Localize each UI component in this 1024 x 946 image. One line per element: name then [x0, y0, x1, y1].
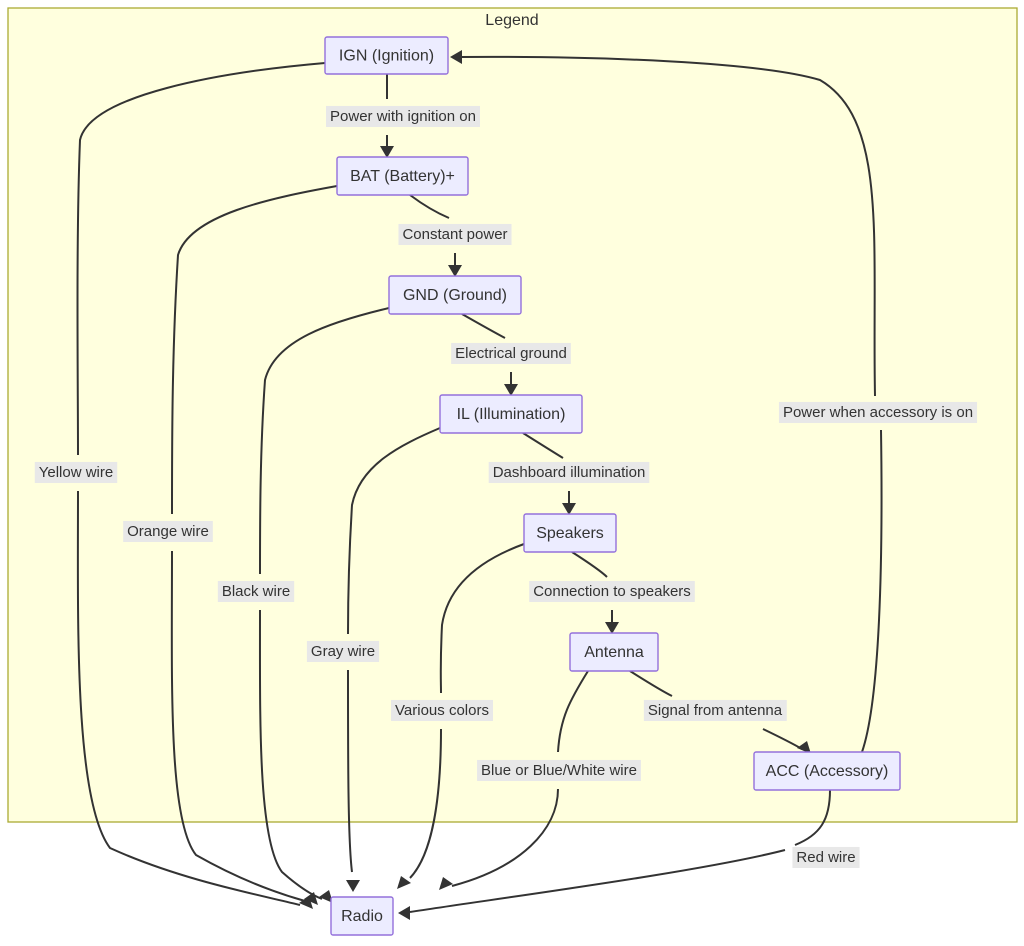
node-label: BAT (Battery)+: [350, 168, 455, 185]
edge-label-il-radio: Gray wire: [306, 640, 380, 662]
node-gnd[interactable]: GND (Ground): [388, 275, 522, 315]
node-acc[interactable]: ACC (Accessory): [753, 751, 901, 791]
edge-arrowhead: [398, 906, 410, 920]
edge-label-antenna-radio: Blue or Blue/White wire: [477, 759, 641, 781]
edge-label-speakers-radio: Various colors: [391, 699, 493, 721]
wiring-legend-diagram: Legend IGN (Ignition) BAT (Battery)+ GND (…: [0, 0, 1024, 946]
edge-label-bat-radio: Orange wire: [123, 520, 213, 542]
node-label: Radio: [341, 908, 383, 925]
flowchart-canvas: Legend IGN (Ignition) BAT (Battery)+ GND (…: [7, 7, 1018, 936]
edge-label-gnd-il: Electrical ground: [451, 342, 571, 364]
node-il[interactable]: IL (Illumination): [439, 394, 583, 434]
edge-label-text: Connection to speakers: [533, 583, 691, 600]
node-label: GND (Ground): [403, 287, 507, 304]
edge-label-text: Various colors: [395, 702, 489, 719]
node-bat[interactable]: BAT (Battery)+: [336, 156, 469, 196]
edge-label-text: Signal from antenna: [648, 702, 783, 719]
edge-label-bat-gnd: Constant power: [398, 223, 512, 245]
edge-arrowhead: [397, 876, 411, 889]
edge-label-text: Gray wire: [311, 643, 375, 660]
legend-title: Legend: [485, 12, 538, 29]
node-ign[interactable]: IGN (Ignition): [324, 36, 449, 75]
edge-label-text: Electrical ground: [455, 345, 567, 362]
edge-arrowhead: [439, 877, 453, 890]
node-label: Antenna: [584, 644, 644, 661]
node-speakers[interactable]: Speakers: [523, 513, 617, 553]
node-radio[interactable]: Radio: [330, 896, 394, 936]
edge-label-text: Red wire: [796, 849, 855, 866]
node-antenna[interactable]: Antenna: [569, 632, 659, 672]
edge-label-text: Power when accessory is on: [783, 404, 973, 421]
edge-label-acc-radio: Red wire: [792, 846, 860, 868]
edge-label-text: Blue or Blue/White wire: [481, 762, 637, 779]
edge-label-text: Black wire: [222, 583, 290, 600]
edge-label-ign-bat: Power with ignition on: [326, 105, 480, 127]
edge-label-text: Yellow wire: [39, 464, 113, 481]
edge-label-text: Power with ignition on: [330, 108, 476, 125]
edge-label-acc-ign: Power when accessory is on: [778, 401, 978, 423]
edge-label-text: Dashboard illumination: [493, 464, 646, 481]
edge-arrowhead: [346, 880, 360, 892]
node-label: IGN (Ignition): [339, 48, 434, 65]
edge-label-speakers-antenna: Connection to speakers: [529, 580, 695, 602]
node-label: Speakers: [536, 525, 604, 542]
edge-label-text: Orange wire: [127, 523, 209, 540]
edge-label-antenna-acc: Signal from antenna: [643, 699, 787, 721]
edge-label-text: Constant power: [402, 226, 507, 243]
node-label: ACC (Accessory): [766, 763, 889, 780]
node-label: IL (Illumination): [457, 406, 566, 423]
edge-label-ign-radio: Yellow wire: [34, 461, 118, 483]
edge-label-il-speakers: Dashboard illumination: [488, 461, 650, 483]
edge-label-gnd-radio: Black wire: [217, 580, 295, 602]
